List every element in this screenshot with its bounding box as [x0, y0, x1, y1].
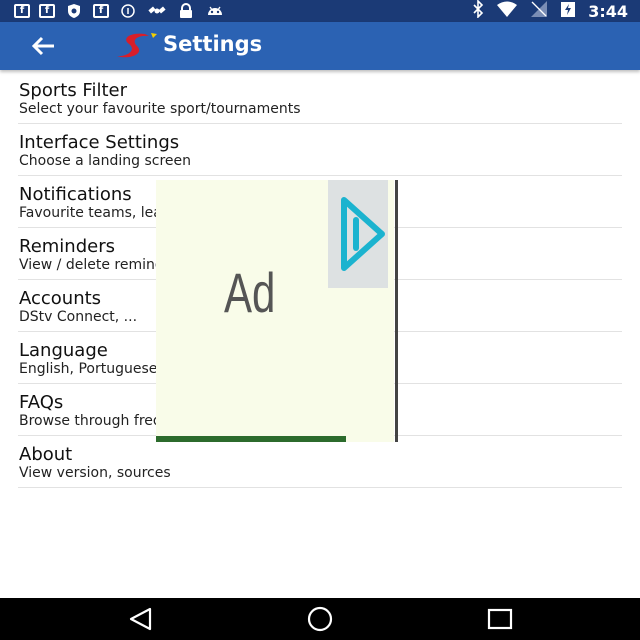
- settings-item-title: Language: [19, 340, 108, 361]
- satellite-icon: [147, 3, 167, 19]
- system-icons: 3:44: [472, 0, 628, 22]
- clock: 3:44: [588, 1, 628, 21]
- facebook-icon: f: [93, 4, 109, 18]
- page-title: Settings: [163, 32, 263, 56]
- settings-item-interface[interactable]: Interface Settings Choose a landing scre…: [18, 124, 622, 176]
- settings-item-subtitle: Select your favourite sport/tournaments: [19, 101, 301, 117]
- facebook-icon: f: [14, 4, 30, 18]
- settings-item-title: Reminders: [19, 236, 115, 257]
- status-bar: f f f 3:44: [0, 0, 640, 22]
- settings-item-about[interactable]: About View version, sources: [18, 436, 622, 488]
- settings-item-subtitle: Choose a landing screen: [19, 153, 192, 169]
- settings-item-title: Interface Settings: [19, 132, 180, 153]
- ad-banner[interactable]: Ad: [156, 180, 398, 442]
- facebook-icon: f: [39, 4, 55, 18]
- battery-icon: [560, 0, 576, 22]
- arrow-back-icon[interactable]: [28, 32, 60, 60]
- navigation-bar: [0, 598, 640, 640]
- wifi-icon: [496, 1, 518, 21]
- ad-progress-strip: [156, 436, 346, 442]
- data-saver-icon: [118, 3, 138, 19]
- settings-item-title: About: [19, 444, 73, 465]
- settings-item-sports-filter[interactable]: Sports Filter Select your favourite spor…: [18, 72, 622, 124]
- android-icon: [205, 3, 225, 19]
- settings-item-subtitle: View version, sources: [19, 465, 171, 481]
- lock-icon: [176, 3, 196, 19]
- settings-item-title: Accounts: [19, 288, 102, 309]
- shield-icon: [64, 3, 84, 19]
- settings-item-title: FAQs: [19, 392, 64, 413]
- settings-item-subtitle: English, Portuguese: [19, 361, 158, 377]
- settings-item-title: Notifications: [19, 184, 132, 205]
- home-circle-icon[interactable]: [305, 606, 335, 632]
- recents-square-icon[interactable]: [485, 606, 515, 632]
- bluetooth-icon: [472, 0, 484, 22]
- back-triangle-icon[interactable]: [126, 606, 156, 632]
- signal-icon: [530, 0, 548, 22]
- ad-label: Ad: [224, 261, 276, 324]
- supersport-logo: [115, 30, 159, 62]
- app-bar: Settings: [0, 22, 640, 70]
- play-icon[interactable]: [328, 180, 388, 288]
- notification-icons: f f f: [14, 2, 225, 20]
- settings-item-title: Sports Filter: [19, 80, 127, 101]
- ad-divider: [395, 180, 398, 442]
- settings-item-subtitle: DStv Connect, ...: [19, 309, 138, 325]
